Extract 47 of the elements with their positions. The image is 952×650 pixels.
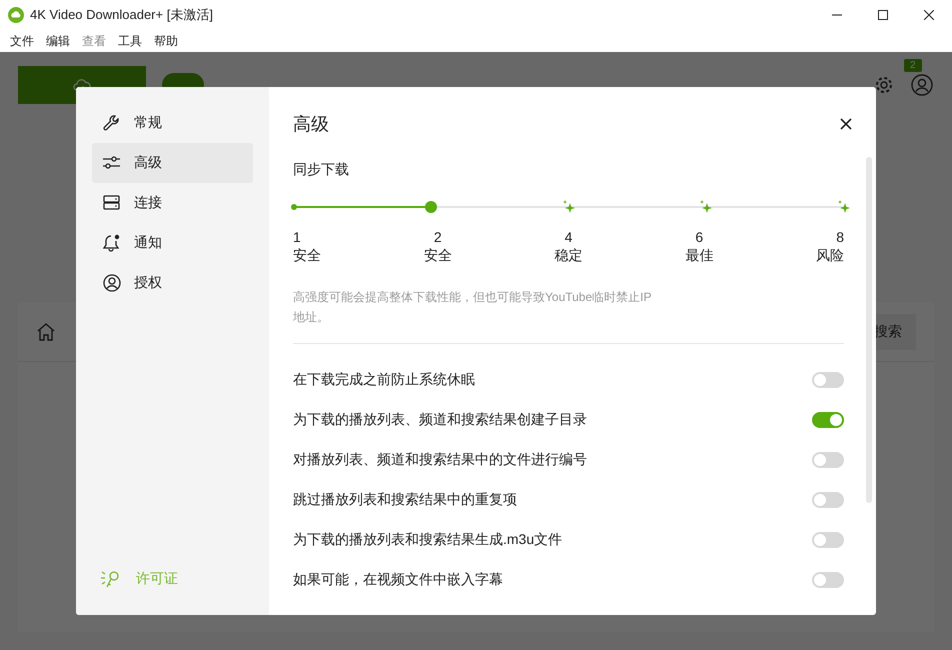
home-icon[interactable] xyxy=(36,322,56,342)
stop-value: 2 xyxy=(434,229,442,245)
close-icon xyxy=(924,10,934,20)
stop-value: 1 xyxy=(293,229,301,245)
slider-thumb[interactable] xyxy=(424,201,437,213)
setting-label: 为下载的播放列表、频道和搜索结果创建子目录 xyxy=(293,411,587,429)
menu-item[interactable]: 帮助 xyxy=(148,32,184,50)
close-icon xyxy=(840,118,852,130)
setting-label: 对播放列表、频道和搜索结果中的文件进行编号 xyxy=(293,451,587,469)
toggle-switch[interactable] xyxy=(812,372,844,388)
setting-label: 同步下载 xyxy=(293,161,350,179)
account-icon[interactable] xyxy=(910,73,934,97)
setting-label: 为下载的播放列表和搜索结果生成.m3u文件 xyxy=(293,531,562,549)
menu-item[interactable]: 工具 xyxy=(112,32,148,50)
sidebar-item[interactable]: 常规 xyxy=(92,103,253,143)
setting-label: 在下载完成之前防止系统休眠 xyxy=(293,371,475,389)
setting-label: 如果可能，在视频文件中嵌入字幕 xyxy=(293,571,503,589)
stop-value: 8 xyxy=(836,229,844,245)
stop-label: 安全 xyxy=(424,247,452,265)
toggle-switch[interactable] xyxy=(812,412,844,428)
stop-label: 风险 xyxy=(816,247,844,265)
bell-icon xyxy=(102,233,122,253)
stop-label: 稳定 xyxy=(554,247,582,265)
stop-label: 安全 xyxy=(293,247,321,265)
user-icon xyxy=(102,273,122,293)
scrollbar[interactable] xyxy=(866,157,872,503)
settings-icon[interactable] xyxy=(874,75,894,95)
sidebar-item[interactable]: 授权 xyxy=(92,263,253,303)
menu-item[interactable]: 文件 xyxy=(4,32,40,50)
app-logo-icon xyxy=(8,7,24,23)
maximize-icon xyxy=(878,10,888,20)
dialog-title: 高级 xyxy=(293,113,329,136)
stop-label: 最佳 xyxy=(685,247,714,265)
sidebar-item[interactable]: 连接 xyxy=(92,183,253,223)
notification-badge: 2 xyxy=(904,59,922,72)
toggle-switch[interactable] xyxy=(812,452,844,468)
toggle-switch[interactable] xyxy=(812,572,844,588)
toggle-switch[interactable] xyxy=(812,532,844,548)
sidebar-item[interactable]: 通知 xyxy=(92,223,253,263)
hint-text: 高强度可能会提高整体下载性能，但也可能导致YouTube临时禁止IP地址。 xyxy=(293,289,652,326)
stop-value: 6 xyxy=(695,229,704,245)
setting-label: 跳过播放列表和搜索结果中的重复项 xyxy=(293,491,517,509)
menu-item[interactable]: 编辑 xyxy=(40,32,76,50)
window-title: 4K Video Downloader+ [未激活] xyxy=(30,6,213,24)
toggle-switch[interactable] xyxy=(812,492,844,508)
stop-value: 4 xyxy=(564,229,572,245)
sidebar-item[interactable]: 高级 xyxy=(92,143,253,183)
